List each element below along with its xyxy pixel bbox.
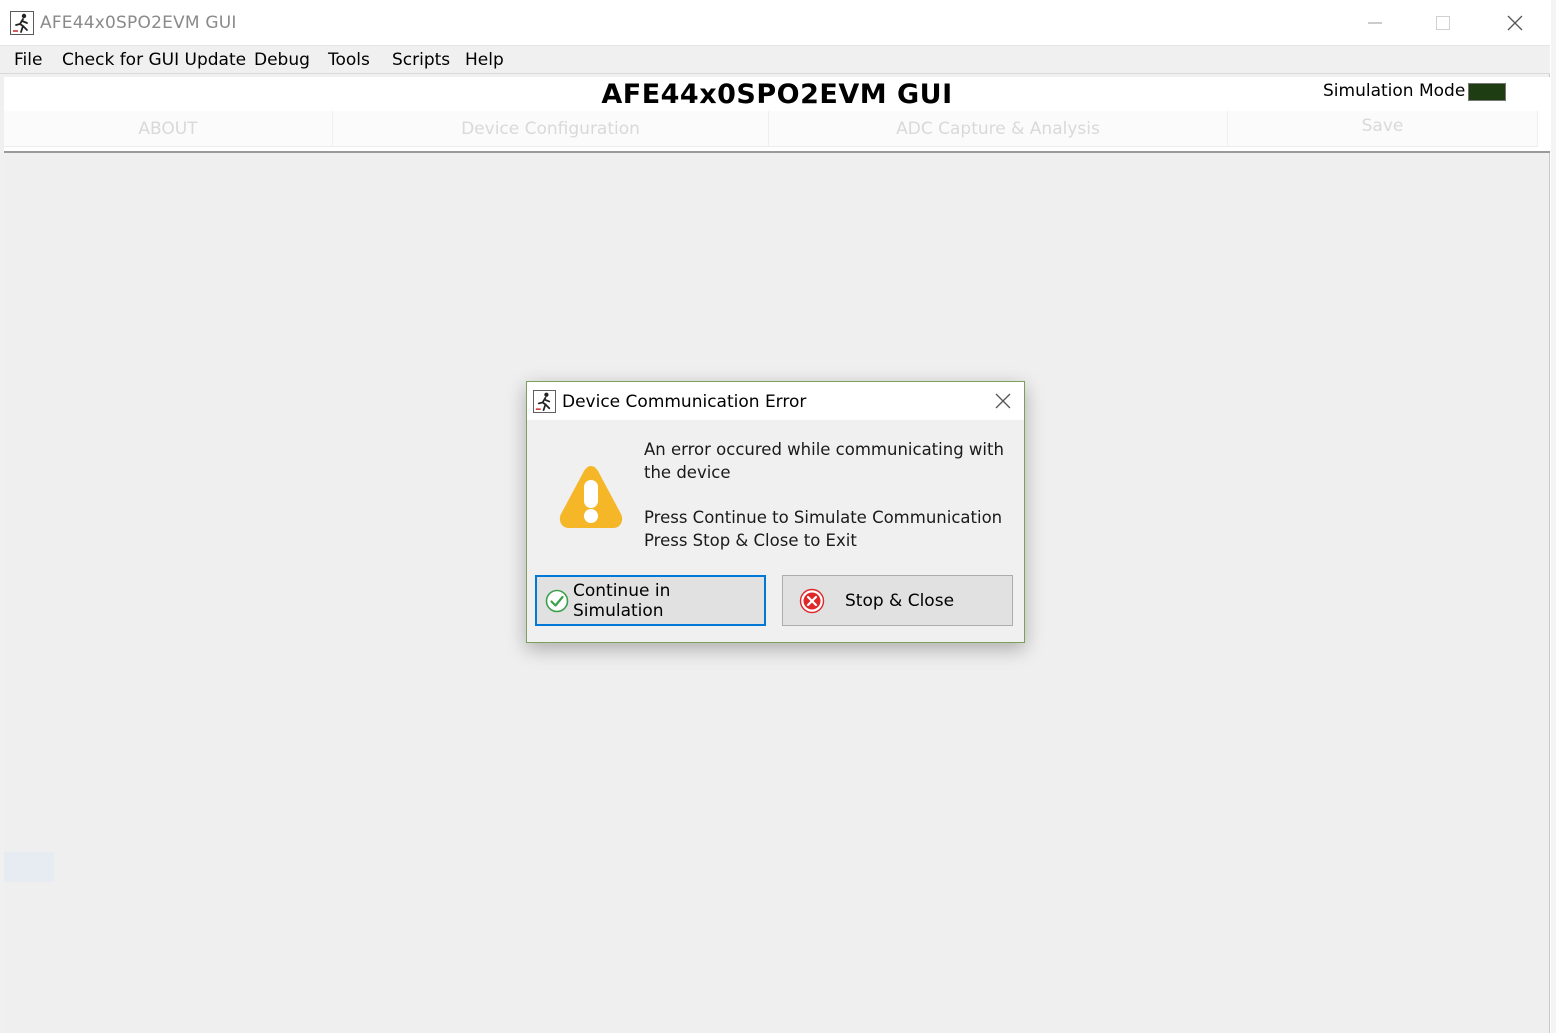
check-circle-icon (545, 589, 569, 612)
tab-device-configuration[interactable]: Device Configuration (333, 111, 769, 147)
close-icon (1507, 15, 1523, 31)
stop-circle-x-icon (799, 588, 825, 613)
dialog-close-button[interactable] (981, 382, 1024, 420)
menu-file[interactable]: File (12, 48, 44, 72)
dialog-title-bar: Device Communication Error (527, 382, 1024, 420)
dialog-title: Device Communication Error (562, 392, 807, 412)
menu-debug[interactable]: Debug (252, 48, 312, 72)
device-communication-error-dialog: Device Communication Error An error occu… (526, 381, 1025, 643)
app-heading: AFE44x0SPO2EVM GUI (601, 79, 953, 110)
close-window-button[interactable] (1480, 0, 1550, 46)
title-bar: AFE44x0SPO2EVM GUI (0, 0, 1550, 46)
menu-scripts[interactable]: Scripts (390, 48, 452, 72)
minimize-button[interactable] (1340, 0, 1410, 46)
menu-help[interactable]: Help (463, 48, 506, 72)
maximize-icon (1436, 16, 1450, 30)
menu-bar: File Check for GUI Update Debug Tools Sc… (0, 46, 1550, 74)
background-window-edge (1551, 0, 1556, 1033)
stop-button-label: Stop & Close (845, 590, 955, 611)
minimize-icon (1368, 22, 1382, 24)
menu-tools[interactable]: Tools (326, 48, 372, 72)
header-panel: AFE44x0SPO2EVM GUI Simulation Mode ABOUT… (4, 77, 1550, 153)
running-figure-icon (10, 11, 34, 35)
tab-save[interactable]: Save (1228, 111, 1538, 147)
menu-check-for-gui-update[interactable]: Check for GUI Update (60, 48, 248, 72)
warning-icon (559, 466, 623, 528)
window-title: AFE44x0SPO2EVM GUI (40, 13, 237, 33)
running-figure-icon (533, 390, 556, 413)
continue-button-label: Continue in Simulation (573, 580, 671, 621)
close-icon (995, 393, 1010, 409)
maximize-button[interactable] (1408, 0, 1478, 46)
tab-adc-capture-analysis[interactable]: ADC Capture & Analysis (769, 111, 1228, 147)
simulation-mode-indicator (1468, 83, 1506, 101)
stop-and-close-button[interactable]: Stop & Close (782, 575, 1013, 626)
instruction-line-1: Press Continue to Simulate Communication (644, 508, 1003, 527)
instruction-line-2: Press Stop & Close to Exit (644, 531, 857, 550)
faded-panel-fragment (4, 852, 54, 882)
error-message-line-1: An error occured while communicating wit… (644, 440, 1004, 459)
tab-bar: ABOUT Device Configuration ADC Capture &… (4, 111, 1550, 147)
tab-about[interactable]: ABOUT (4, 111, 333, 147)
error-message-line-2: the device (644, 463, 731, 482)
simulation-mode-label: Simulation Mode (1323, 81, 1466, 101)
continue-in-simulation-button[interactable]: Continue in Simulation (535, 575, 766, 626)
